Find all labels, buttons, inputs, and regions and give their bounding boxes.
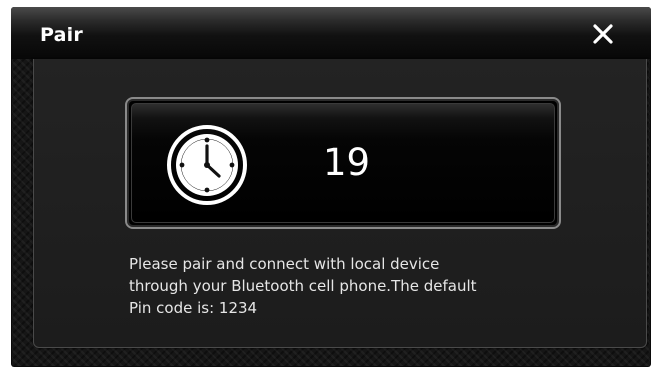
instruction-line: Please pair and connect with local devic… xyxy=(129,255,440,273)
pairing-instructions: Please pair and connect with local devic… xyxy=(129,253,599,319)
close-icon xyxy=(593,24,613,44)
clock-icon xyxy=(167,125,247,205)
countdown-box-inner: 19 xyxy=(131,103,555,223)
close-button[interactable] xyxy=(586,19,620,49)
instruction-line: Pin code is: 1234 xyxy=(129,299,258,317)
pair-dialog: Pair 19 Please pair and connect with loc… xyxy=(11,7,651,367)
dialog-title: Pair xyxy=(40,24,83,46)
countdown-value: 19 xyxy=(323,141,371,184)
countdown-box: 19 xyxy=(125,97,561,229)
instruction-line: through your Bluetooth cell phone.The de… xyxy=(129,277,477,295)
title-bar: Pair xyxy=(11,7,651,59)
